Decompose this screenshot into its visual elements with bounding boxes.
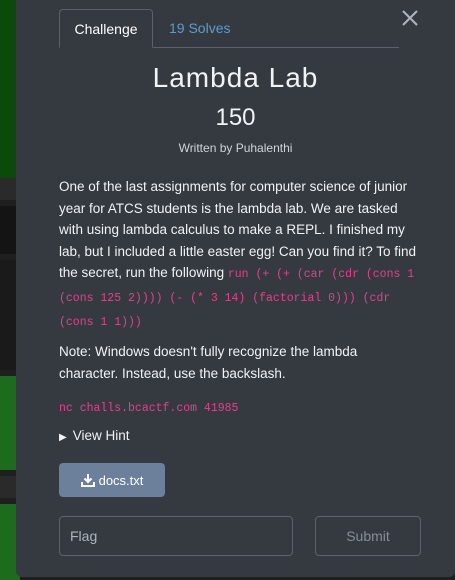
description-text: One of the last assignments for computer…	[59, 179, 416, 281]
download-file-button[interactable]: docs.txt	[59, 463, 165, 497]
submit-button[interactable]: Submit	[315, 516, 421, 556]
hint-label: View Hint	[72, 428, 130, 443]
download-icon	[80, 473, 95, 487]
flag-input[interactable]	[59, 516, 293, 556]
tab-bar: Challenge 19 Solves	[59, 9, 399, 48]
challenge-points: 150	[215, 104, 256, 131]
challenge-author: Written by Puhalenthi	[178, 141, 293, 155]
challenge-title: Lambda Lab	[152, 62, 319, 93]
view-hint-toggle[interactable]: ▶ View Hint	[59, 428, 129, 443]
connection-command: nc challs.bcactf.com 41985	[59, 402, 239, 415]
challenge-description: One of the last assignments for computer…	[59, 176, 419, 333]
close-icon[interactable]	[400, 8, 420, 28]
tab-challenge[interactable]: Challenge	[59, 9, 153, 48]
tab-solves[interactable]: 19 Solves	[155, 9, 244, 47]
triangle-right-icon: ▶	[59, 432, 67, 443]
challenge-note: Note: Windows doesn't fully recognize th…	[59, 344, 358, 381]
challenge-modal: Challenge 19 Solves Lambda Lab 150 Writt…	[16, 0, 455, 577]
file-label: docs.txt	[98, 472, 144, 488]
